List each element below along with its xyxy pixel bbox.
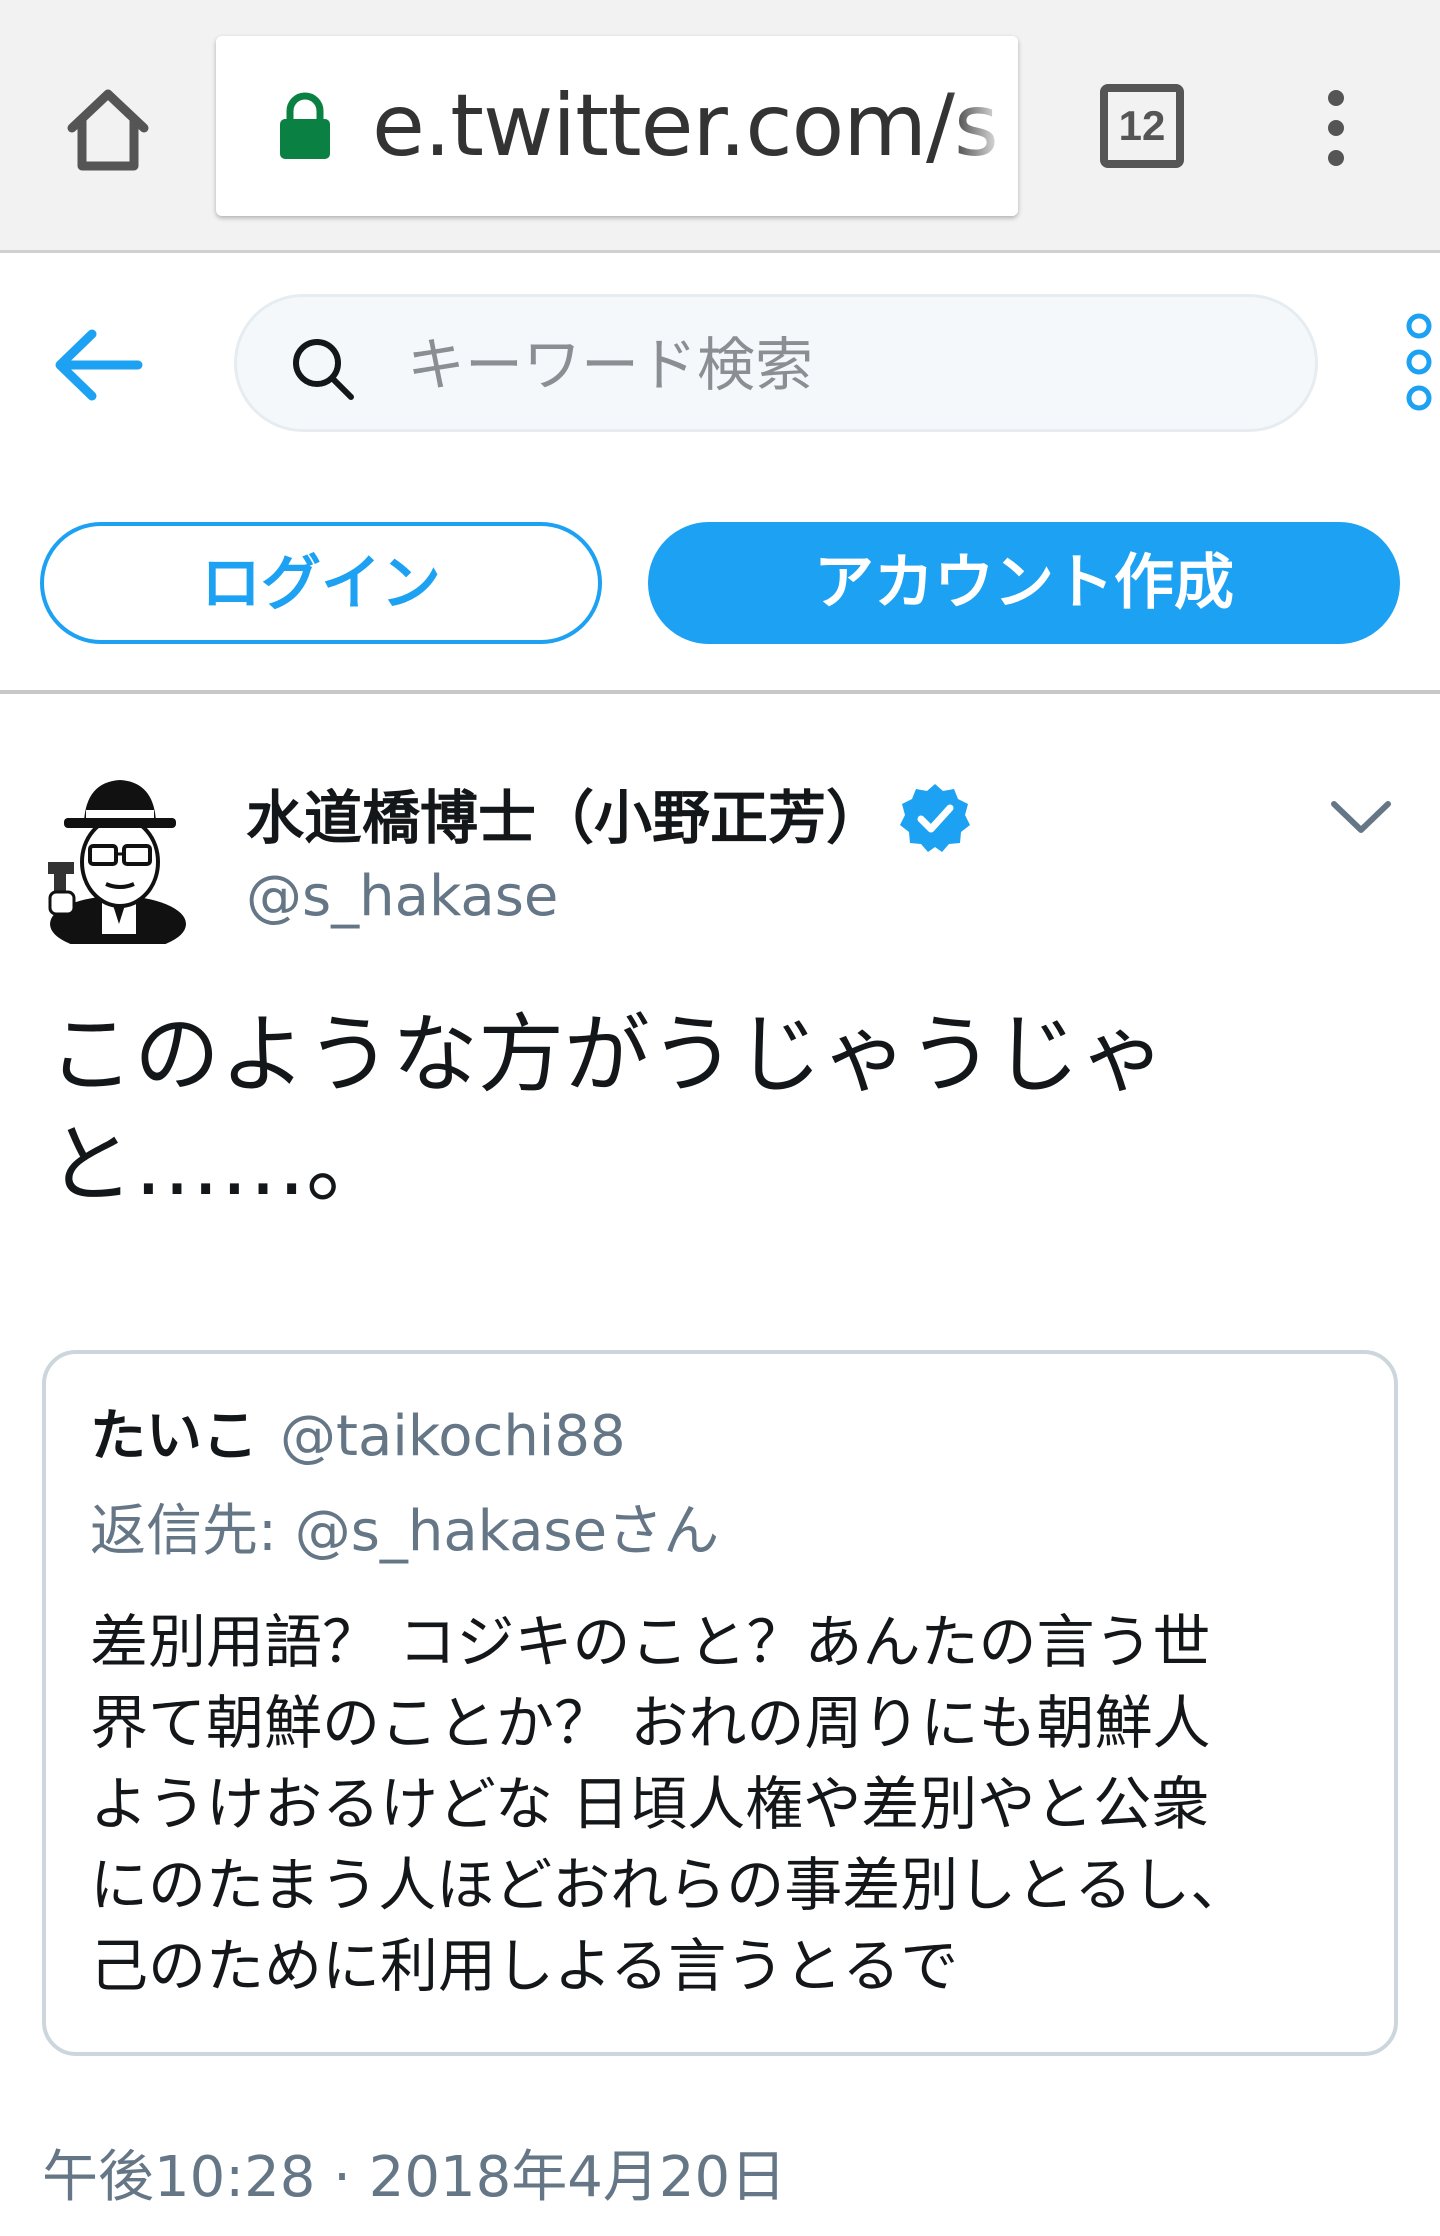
tweet-text-line: と……。 <box>48 1115 392 1215</box>
url-text: e.twitter.com/s <box>372 76 999 176</box>
search-input[interactable]: キーワード検索 <box>234 294 1318 432</box>
lock-icon <box>280 92 330 159</box>
url-fade <box>948 36 1018 216</box>
quoted-author-handle: @taikochi88 <box>280 1404 626 1469</box>
header-divider <box>0 690 1440 694</box>
author-display-name[interactable]: 水道橋博士（小野正芳） <box>246 778 884 858</box>
back-arrow-icon[interactable] <box>54 328 144 402</box>
chevron-down-icon[interactable] <box>1330 798 1392 838</box>
more-options-icon[interactable] <box>1402 312 1436 412</box>
quoted-tweet-header: たいこ @taikochi88 <box>90 1398 626 1489</box>
tweet-timestamp[interactable]: 午後10:28 · 2018年4月20日 <box>42 2138 786 2218</box>
quoted-text-line: 己のために利用しよる言うとるで <box>90 1932 959 2000</box>
quoted-author-name: たいこ <box>90 1404 258 1469</box>
quoted-text-line: にのたまう人ほどおれらの事差別しとるし、 <box>90 1851 1249 1919</box>
address-bar[interactable]: e.twitter.com/s <box>216 36 1018 216</box>
login-button[interactable]: ログイン <box>40 522 602 644</box>
author-name-row: 水道橋博士（小野正芳） <box>246 778 972 858</box>
signup-button[interactable]: アカウント作成 <box>648 522 1400 644</box>
tweet-text-line: このような方がうじゃうじゃ <box>48 1005 1166 1105</box>
quoted-text-line: ようけおるけどな 日頃人権や差別やと公衆 <box>90 1770 1210 1838</box>
quoted-text-line: 界て朝鮮のことか？ おれの周りにも朝鮮人 <box>90 1689 1211 1757</box>
quoted-tweet[interactable]: たいこ @taikochi88 返信先: @s_hakaseさん 差別用語？ コジ… <box>42 1350 1398 2056</box>
quoted-text-line: 差別用語？ コジキのこと？あんたの言う世 <box>90 1608 1211 1676</box>
browser-toolbar: e.twitter.com/s 12 <box>0 0 1440 253</box>
search-placeholder: キーワード検索 <box>407 331 814 399</box>
reply-to-label: 返信先: <box>90 1499 277 1564</box>
tweet-text: このような方がうじゃうじゃ と……。 <box>48 1000 1368 1220</box>
author-handle[interactable]: @s_hakase <box>246 862 558 932</box>
reply-to-handle: @s_hakaseさん <box>294 1499 720 1564</box>
tab-switcher-button[interactable]: 12 <box>1100 84 1184 168</box>
search-icon <box>293 339 354 400</box>
verified-badge-icon <box>900 784 971 852</box>
overflow-menu-icon[interactable] <box>1316 88 1356 168</box>
reply-to-line: 返信先: @s_hakaseさん <box>90 1494 719 1570</box>
tab-count: 12 <box>1118 102 1166 149</box>
avatar[interactable] <box>40 774 190 944</box>
quoted-tweet-text: 差別用語？ コジキのこと？あんたの言う世 界て朝鮮のことか？ おれの周りにも朝鮮… <box>90 1602 1370 2007</box>
home-icon[interactable] <box>62 84 154 176</box>
